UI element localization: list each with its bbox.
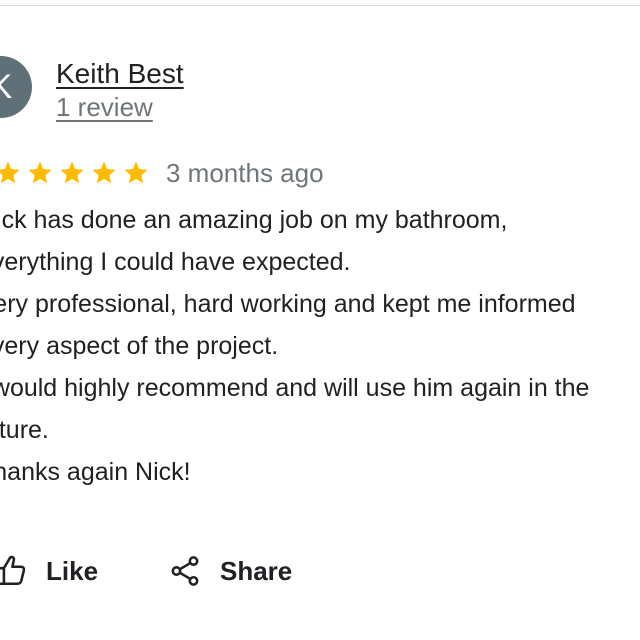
like-button[interactable]: Like xyxy=(0,548,98,594)
like-label: Like xyxy=(46,555,99,586)
review-body-line: Nick has done an amazing job on my bathr… xyxy=(0,206,508,234)
share-button[interactable]: Share xyxy=(168,548,292,594)
review-card: K Keith Best 1 review 3 months ago Nick … xyxy=(0,0,640,640)
review-actions: Like Share xyxy=(0,548,640,594)
avatar-letter: K xyxy=(0,68,13,106)
review-body: Nick has done an amazing job on my bathr… xyxy=(0,199,640,493)
share-label: Share xyxy=(220,555,293,586)
star-rating xyxy=(0,159,154,187)
star-icon xyxy=(90,159,118,187)
star-icon xyxy=(58,159,86,187)
review-count-link[interactable]: 1 review xyxy=(56,92,153,123)
star-icon xyxy=(122,159,150,187)
review-body-line: Thanks again Nick! xyxy=(0,458,191,486)
thumbs-up-icon xyxy=(0,554,28,588)
star-icon xyxy=(0,159,22,187)
review-date: 3 months ago xyxy=(166,157,324,188)
review-body-line: everything I could have expected. xyxy=(0,248,351,276)
review-body-line: future. xyxy=(0,416,49,444)
review-body-line: I would highly recommend and will use hi… xyxy=(0,374,590,402)
review-body-line: every aspect of the project. xyxy=(0,332,279,360)
star-icon xyxy=(26,159,54,187)
share-icon xyxy=(168,554,202,588)
avatar[interactable]: K xyxy=(0,56,32,118)
reviewer-name-link[interactable]: Keith Best xyxy=(56,58,184,90)
review-body-line: Very professional, hard working and kept… xyxy=(0,290,576,318)
rating-row: 3 months ago xyxy=(0,156,324,190)
